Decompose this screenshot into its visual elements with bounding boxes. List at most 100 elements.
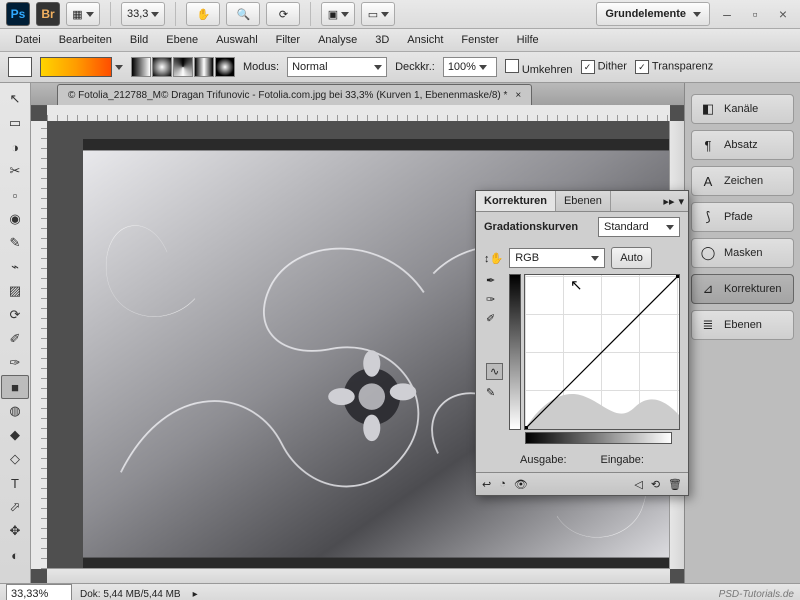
channel-select[interactable]: RGB (509, 248, 605, 268)
menu-auswahl[interactable]: Auswahl (207, 29, 267, 51)
foreground-swatch[interactable] (8, 57, 32, 77)
clip-icon[interactable]: ◔ (499, 478, 506, 490)
rotate-view-shortcut-icon[interactable]: ⟳ (266, 2, 300, 26)
photoshop-logo[interactable]: Ps (6, 2, 30, 26)
status-doc-size: Dok: 5,44 MB/5,44 MB (80, 589, 181, 600)
return-icon[interactable]: ↩ (482, 478, 491, 491)
transparency-checkbox[interactable]: ✓Transparenz (635, 60, 713, 74)
horizontal-scrollbar[interactable] (47, 568, 670, 583)
curves-title: Gradationskurven (484, 221, 578, 233)
opacity-input[interactable]: 100% (443, 57, 497, 77)
tool-16[interactable]: T (1, 471, 29, 495)
dock-absatz[interactable]: ¶Absatz (691, 130, 794, 160)
tool-11[interactable]: ✑ (1, 351, 29, 375)
hand-tool-shortcut-icon[interactable]: ✋ (186, 2, 220, 26)
curve-graph[interactable] (524, 274, 680, 430)
app-topbar: Ps Br ▦ 33,3 ✋ 🔍 ⟳ ▣ ▭ Grundelemente – ▫… (0, 0, 800, 29)
document-tab[interactable]: © Fotolia_212788_M© Dragan Trifunovic - … (57, 84, 532, 105)
blend-mode-select[interactable]: Normal (287, 57, 387, 77)
dock-pfade[interactable]: ⟆Pfade (691, 202, 794, 232)
dock-icon: ≣ (700, 317, 716, 333)
tool-10[interactable]: ✐ (1, 327, 29, 351)
tool-6[interactable]: ✎ (1, 231, 29, 255)
menu-fenster[interactable]: Fenster (452, 29, 507, 51)
arrange-documents-icon[interactable]: ▣ (321, 2, 355, 26)
tool-18[interactable]: ✥ (1, 519, 29, 543)
dock-icon: A (700, 173, 716, 189)
restore-icon[interactable]: ▫ (744, 6, 766, 22)
dither-checkbox[interactable]: ✓Dither (581, 60, 627, 74)
collapse-icon[interactable]: ▸▸ (663, 195, 674, 208)
white-eyedropper-icon[interactable]: ✐ (486, 312, 503, 325)
menu-ansicht[interactable]: Ansicht (398, 29, 452, 51)
tab-ebenen[interactable]: Ebenen (556, 191, 611, 211)
tool-7[interactable]: ⌁ (1, 255, 29, 279)
close-icon[interactable]: × (772, 6, 794, 22)
tool-19[interactable]: ◐ (1, 543, 29, 567)
screen-mode-icon[interactable]: ▭ (361, 2, 395, 26)
vertical-ruler (31, 121, 48, 569)
status-zoom[interactable]: 33,33% (6, 584, 72, 600)
panel-menu-icon[interactable]: ▾ (678, 195, 684, 208)
pencil-mode-icon[interactable]: ✎ (486, 386, 503, 399)
radial-gradient-icon[interactable] (152, 57, 172, 77)
tool-13[interactable]: ◍ (1, 399, 29, 423)
input-label: Eingabe: (601, 454, 644, 466)
dock-masken[interactable]: ◯Masken (691, 238, 794, 268)
curve-mode-icon[interactable]: ∿ (486, 363, 503, 380)
tool-3[interactable]: ✂ (1, 159, 29, 183)
black-eyedropper-icon[interactable]: ✒ (486, 274, 503, 287)
minimize-icon[interactable]: – (716, 6, 738, 22)
menu-hilfe[interactable]: Hilfe (508, 29, 548, 51)
document-tab-strip: © Fotolia_212788_M© Dragan Trifunovic - … (31, 83, 684, 106)
visibility-icon[interactable]: 👁 (514, 478, 528, 491)
tool-1[interactable]: ▭ (1, 111, 29, 135)
zoom-tool-shortcut-icon[interactable]: 🔍 (226, 2, 260, 26)
toolbox: ↖▭◑✂▫◉✎⌁▨⟳✐✑■◍◆◇T⬀✥◐ (0, 83, 31, 583)
menu-ebene[interactable]: Ebene (157, 29, 207, 51)
gradient-type-group (131, 57, 235, 77)
tool-14[interactable]: ◆ (1, 423, 29, 447)
menu-3d[interactable]: 3D (366, 29, 398, 51)
reset-icon[interactable]: ⟲ (651, 478, 660, 491)
panel-dock: ◧Kanäle ¶Absatz AZeichen ⟆Pfade ◯Masken ⊿Korr… (684, 83, 800, 583)
menu-datei[interactable]: Datei (6, 29, 50, 51)
layout-dropdown-icon[interactable]: ▦ (66, 2, 100, 26)
prev-state-icon[interactable]: ◁ (634, 478, 642, 491)
tool-4[interactable]: ▫ (1, 183, 29, 207)
reverse-checkbox[interactable]: Umkehren (505, 59, 573, 76)
tool-9[interactable]: ⟳ (1, 303, 29, 327)
dock-korrekturen[interactable]: ⊿Korrekturen (691, 274, 794, 304)
dock-kanäle[interactable]: ◧Kanäle (691, 94, 794, 124)
tool-17[interactable]: ⬀ (1, 495, 29, 519)
dock-icon: ⟆ (700, 209, 716, 225)
linear-gradient-icon[interactable] (131, 57, 151, 77)
menu-bild[interactable]: Bild (121, 29, 157, 51)
menu-analyse[interactable]: Analyse (309, 29, 366, 51)
workspace-switcher[interactable]: Grundelemente (596, 2, 710, 26)
curves-preset-select[interactable]: Standard (598, 217, 680, 237)
menu-bearbeiten[interactable]: Bearbeiten (50, 29, 121, 51)
gradient-preview[interactable] (40, 57, 112, 77)
tool-8[interactable]: ▨ (1, 279, 29, 303)
menu-filter[interactable]: Filter (267, 29, 309, 51)
tool-0[interactable]: ↖ (1, 87, 29, 111)
tool-12[interactable]: ■ (1, 375, 29, 399)
auto-button[interactable]: Auto (611, 247, 652, 269)
tool-15[interactable]: ◇ (1, 447, 29, 471)
angle-gradient-icon[interactable] (173, 57, 193, 77)
tab-korrekturen[interactable]: Korrekturen (476, 191, 556, 211)
tab-close-icon[interactable]: × (515, 90, 521, 101)
zoom-level-dropdown[interactable]: 33,3 (121, 2, 165, 26)
dock-ebenen[interactable]: ≣Ebenen (691, 310, 794, 340)
trash-icon[interactable]: 🗑 (668, 478, 682, 491)
curves-panel[interactable]: Korrekturen Ebenen ▸▸ ▾ Gradationskurven… (475, 190, 689, 496)
diamond-gradient-icon[interactable] (215, 57, 235, 77)
bridge-logo[interactable]: Br (36, 2, 60, 26)
dock-zeichen[interactable]: AZeichen (691, 166, 794, 196)
tool-5[interactable]: ◉ (1, 207, 29, 231)
finger-tool-icon[interactable]: ↕✋ (484, 252, 503, 265)
tool-2[interactable]: ◑ (1, 135, 29, 159)
reflected-gradient-icon[interactable] (194, 57, 214, 77)
gray-eyedropper-icon[interactable]: ✑ (486, 293, 503, 306)
